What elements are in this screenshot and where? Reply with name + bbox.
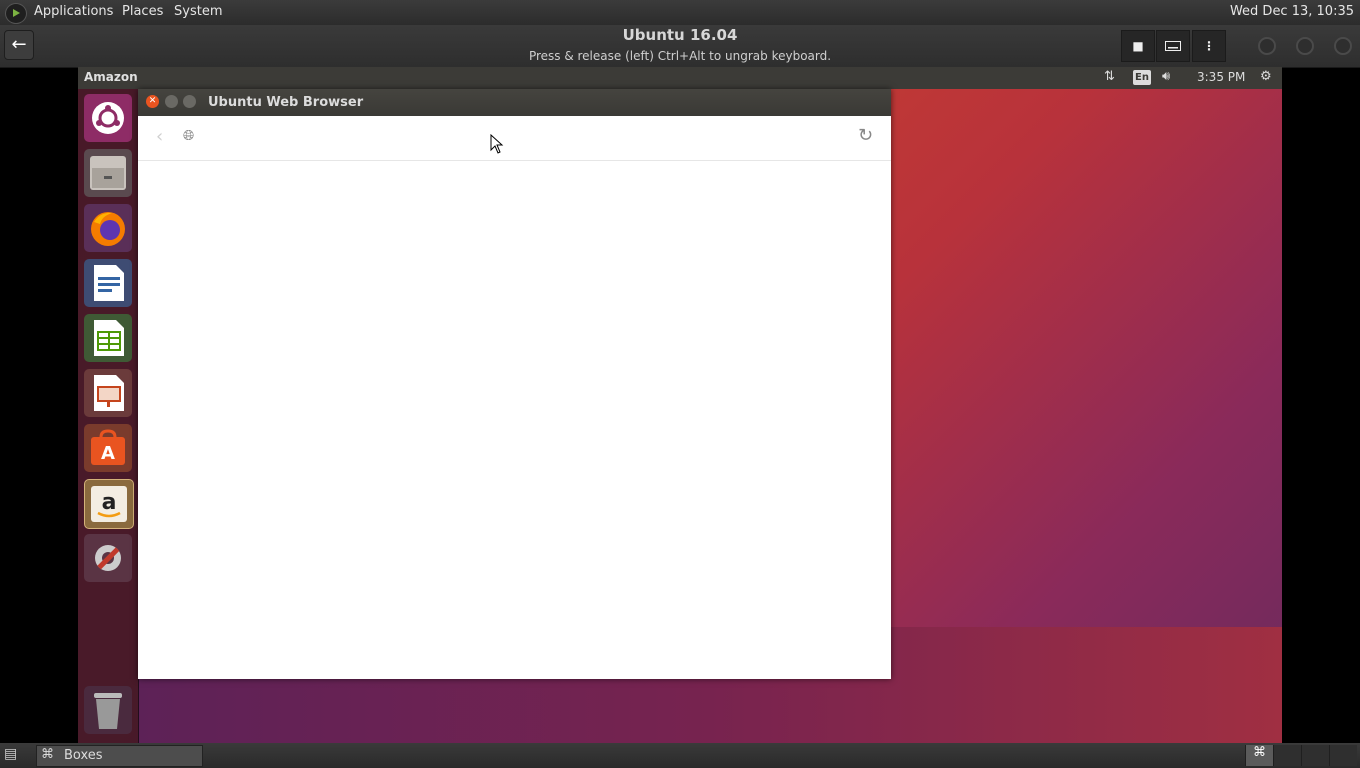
workspace-1[interactable]: ⌘ — [1245, 745, 1273, 766]
files-button[interactable] — [84, 149, 132, 197]
ubuntu-dash-icon — [92, 102, 124, 134]
active-app-name: Amazon — [84, 70, 138, 84]
keyboard-icon — [1165, 41, 1181, 51]
network-icon[interactable]: ⇅ — [1104, 69, 1115, 84]
browser-title: Ubuntu Web Browser — [208, 95, 364, 110]
workspace-4[interactable] — [1329, 745, 1357, 766]
stop-button[interactable]: ■ — [1121, 30, 1155, 62]
libreoffice-writer-icon — [94, 265, 124, 301]
software-center-button[interactable]: A — [84, 424, 132, 472]
browser-titlebar[interactable]: ✕ Ubuntu Web Browser — [138, 89, 891, 116]
menu-system[interactable]: System — [174, 4, 222, 19]
boxes-headerbar: ← Ubuntu 16.04 Press & release (left) Ct… — [0, 25, 1360, 68]
trash-icon — [94, 693, 122, 729]
browser-close-button[interactable]: ✕ — [146, 95, 159, 108]
url-input[interactable] — [182, 125, 846, 153]
workspace-3[interactable] — [1301, 745, 1329, 766]
libreoffice-impress-icon — [94, 375, 124, 411]
browser-minimize-button[interactable] — [165, 95, 178, 108]
taskbar-boxes-item[interactable]: ⌘ Boxes — [36, 745, 203, 767]
host-clock[interactable]: Wed Dec 13, 10:35 — [1230, 4, 1354, 19]
browser-toolbar: ‹ 🌐︎ ↻ — [138, 116, 891, 161]
menu-applications[interactable]: Applications — [34, 4, 113, 19]
libreoffice-calc-icon — [94, 320, 124, 356]
system-gear-icon[interactable]: ⚙ — [1260, 69, 1272, 84]
back-navigation-icon[interactable]: ‹ — [156, 126, 163, 147]
more-options-button[interactable]: ⋮ — [1192, 30, 1226, 62]
svg-text:A: A — [101, 443, 115, 464]
trash-button[interactable] — [84, 686, 132, 734]
browser-maximize-button[interactable] — [183, 95, 196, 108]
files-icon — [90, 156, 126, 190]
ubuntu-dash-button[interactable] — [84, 94, 132, 142]
minimize-button[interactable] — [1258, 37, 1276, 55]
libreoffice-impress-button[interactable] — [84, 369, 132, 417]
mate-logo-icon[interactable] — [5, 3, 27, 24]
workspace-2[interactable] — [1273, 745, 1301, 766]
guest-clock[interactable]: 3:35 PM — [1197, 70, 1245, 84]
stop-icon: ■ — [1132, 39, 1144, 53]
page-content[interactable] — [138, 161, 891, 679]
guest-display[interactable]: Amazon ⇅ En 🔊︎ 3:35 PM ⚙ A a ✕ Ubuntu We… — [78, 67, 1282, 743]
svg-text:a: a — [102, 490, 117, 515]
libreoffice-writer-button[interactable] — [84, 259, 132, 307]
more-options-icon: ⋮ — [1203, 39, 1215, 53]
keyboard-button[interactable] — [1156, 30, 1190, 62]
software-center-icon: A — [91, 429, 125, 465]
keyboard-layout-indicator[interactable]: En — [1133, 70, 1151, 85]
host-bottom-panel: ▤ ⌘ Boxes ⌘ — [0, 743, 1360, 768]
system-settings-button[interactable] — [84, 534, 132, 582]
unity-launcher: A a — [78, 89, 139, 743]
maximize-button[interactable] — [1296, 37, 1314, 55]
amazon-button[interactable]: a — [84, 479, 134, 529]
taskbar-item-label: Boxes — [64, 748, 103, 763]
close-icon: ✕ — [148, 96, 157, 106]
guest-top-panel: Amazon ⇅ En 🔊︎ 3:35 PM ⚙ — [78, 67, 1282, 89]
web-browser-window: ✕ Ubuntu Web Browser ‹ 🌐︎ ↻ — [138, 89, 891, 679]
system-settings-icon — [95, 545, 121, 571]
libreoffice-calc-button[interactable] — [84, 314, 132, 362]
host-top-panel: Applications Places System Wed Dec 13, 1… — [0, 0, 1360, 25]
close-window-button[interactable] — [1334, 37, 1352, 55]
firefox-icon — [91, 212, 125, 246]
boxes-app-icon: ⌘ — [41, 747, 54, 762]
volume-icon[interactable]: 🔊︎ — [1162, 69, 1170, 84]
amazon-icon: a — [91, 486, 127, 522]
firefox-button[interactable] — [84, 204, 132, 252]
reload-icon[interactable]: ↻ — [858, 125, 873, 146]
workspace-active-icon: ⌘ — [1253, 745, 1266, 760]
show-desktop-icon[interactable]: ▤ — [4, 746, 17, 762]
menu-places[interactable]: Places — [122, 4, 163, 19]
mouse-cursor-icon — [490, 134, 504, 154]
